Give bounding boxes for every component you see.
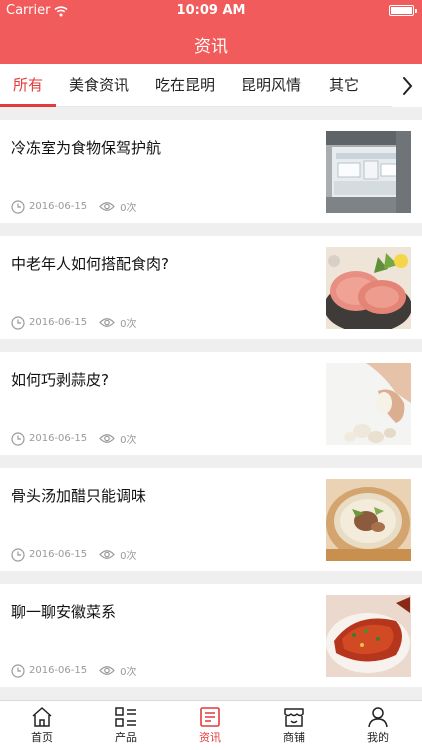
garlic-thumbnail: [326, 363, 411, 445]
freezer-thumbnail: [326, 131, 411, 213]
status-bar: Carrier 10:09 AM: [0, 0, 422, 22]
shop-icon: [284, 708, 304, 727]
article-date: 2016-06-15: [29, 317, 88, 328]
person-icon: [368, 707, 388, 728]
article-views: 0次: [120, 203, 137, 214]
clock-icon: [11, 663, 25, 678]
eye-icon: [99, 318, 115, 327]
article-title: 如何巧剥蒜皮?: [11, 371, 109, 389]
tab-other[interactable]: 其它: [314, 64, 374, 107]
bone-soup-thumbnail: [326, 479, 411, 561]
tabbar-home[interactable]: 首页: [0, 701, 84, 750]
tab-food-news[interactable]: 美食资讯: [56, 64, 142, 107]
eye-icon: [99, 202, 115, 211]
article-meta: 2016-06-15 0次: [11, 199, 137, 214]
article-meta: 2016-06-15 0次: [11, 663, 137, 678]
article-date: 2016-06-15: [29, 549, 88, 560]
article-list: 冷冻室为食物保驾护航 2016-06-15 0次 中老年人如何搭配食肉? 201…: [0, 107, 422, 687]
article-date: 2016-06-15: [29, 433, 88, 444]
article-title: 冷冻室为食物保驾护航: [11, 139, 162, 157]
tab-eat-in-kunming[interactable]: 吃在昆明: [142, 64, 228, 107]
article-title: 中老年人如何搭配食肉?: [11, 255, 169, 273]
tabs-scroll-button[interactable]: [392, 64, 422, 107]
battery-icon: [389, 5, 417, 16]
eye-icon: [99, 434, 115, 443]
article-card[interactable]: 中老年人如何搭配食肉? 2016-06-15 0次: [0, 236, 422, 339]
article-card[interactable]: 如何巧剥蒜皮? 2016-06-15 0次: [0, 352, 422, 455]
tab-label: 吃在昆明: [154, 76, 215, 94]
article-card[interactable]: 聊一聊安徽菜系 2016-06-15 0次: [0, 584, 422, 687]
clock-icon: [11, 547, 25, 562]
tab-label: 其它: [328, 76, 359, 94]
article-meta: 2016-06-15 0次: [11, 547, 137, 562]
header: Carrier 10:09 AM 资讯: [0, 0, 422, 64]
category-tabs: 所有 美食资讯 吃在昆明 昆明风情 其它: [0, 64, 422, 107]
clock-icon: [11, 431, 25, 446]
eye-icon: [99, 550, 115, 559]
ham-thumbnail: [326, 247, 411, 329]
article-views: 0次: [120, 667, 137, 678]
tabbar-label: 首页: [31, 731, 53, 744]
eye-icon: [99, 666, 115, 675]
tabbar-label: 我的: [367, 731, 389, 744]
article-date: 2016-06-15: [29, 665, 88, 676]
article-title: 骨头汤加醋只能调味: [11, 487, 147, 505]
tab-all[interactable]: 所有: [0, 64, 56, 107]
article-date: 2016-06-15: [29, 201, 88, 212]
article-views: 0次: [120, 551, 137, 562]
tabbar-shop[interactable]: 商铺: [252, 701, 336, 750]
home-icon: [32, 707, 52, 727]
tab-label: 所有: [12, 76, 43, 94]
article-views: 0次: [120, 435, 137, 446]
article-card[interactable]: 骨头汤加醋只能调味 2016-06-15 0次: [0, 468, 422, 571]
app-root: Carrier 10:09 AM 资讯 所有 美食资讯 吃在昆明 昆明风情 其它: [0, 0, 422, 750]
article-views: 0次: [120, 319, 137, 330]
clock: 10:09 AM: [176, 3, 246, 18]
tab-kunming-customs[interactable]: 昆明风情: [228, 64, 314, 107]
tabbar-me[interactable]: 我的: [336, 701, 420, 750]
clock-icon: [11, 315, 25, 330]
tabbar-products[interactable]: 产品: [84, 701, 168, 750]
bottom-tab-bar: 首页 产品 资讯 商铺 我的: [0, 700, 422, 750]
clock-icon: [11, 199, 25, 214]
tabbar-label: 资讯: [199, 731, 221, 744]
chevron-right-icon: [402, 76, 412, 95]
tab-label: 昆明风情: [240, 76, 301, 94]
tabbar-label: 产品: [115, 731, 137, 744]
article-meta: 2016-06-15 0次: [11, 431, 137, 446]
page-title: 资讯: [194, 37, 228, 57]
article-meta: 2016-06-15 0次: [11, 315, 137, 330]
tabbar-news[interactable]: 资讯: [168, 701, 252, 750]
article-card[interactable]: 冷冻室为食物保驾护航 2016-06-15 0次: [0, 120, 422, 223]
article-title: 聊一聊安徽菜系: [11, 603, 117, 621]
news-icon: [200, 707, 220, 727]
tab-label: 美食资讯: [68, 76, 129, 94]
grid-list-icon: [115, 707, 136, 727]
tabbar-label: 商铺: [283, 731, 305, 744]
anhui-dish-thumbnail: [326, 595, 411, 677]
